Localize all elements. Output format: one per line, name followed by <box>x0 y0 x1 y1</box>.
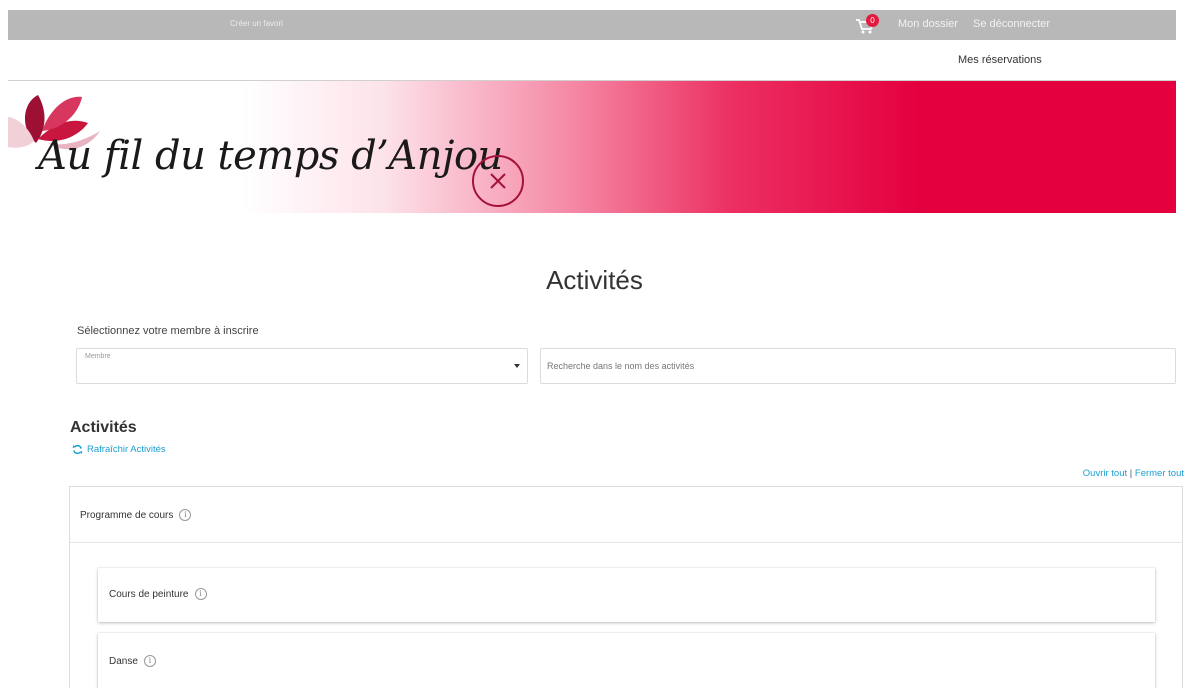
caret-down-icon <box>514 364 520 368</box>
my-reservations-link[interactable]: Mes réservations <box>958 54 1042 66</box>
program-title: Programme de cours <box>80 509 174 521</box>
site-banner: Au fil du temps d’Anjou <box>8 80 1176 213</box>
info-icon[interactable]: i <box>143 655 156 667</box>
create-favorite-link[interactable]: Créer un favori <box>230 19 283 28</box>
logout-link[interactable]: Se déconnecter <box>973 18 1050 30</box>
expand-collapse-links: Ouvrir tout | Fermer tout <box>1083 468 1184 479</box>
cart-button[interactable]: 0 <box>854 14 884 36</box>
top-bar: Créer un favori 0 Mon dossier Se déconne… <box>8 10 1176 40</box>
clock-icon <box>472 155 524 207</box>
refresh-activities-label: Rafraîchir Activités <box>87 444 166 455</box>
activities-section-heading: Activités <box>70 419 137 436</box>
activity-card-painting[interactable]: Cours de peinture i <box>98 568 1155 622</box>
refresh-icon <box>72 444 83 455</box>
link-separator: | <box>1129 468 1133 479</box>
member-select[interactable]: Membre <box>76 348 528 384</box>
close-all-link[interactable]: Fermer tout <box>1135 468 1184 479</box>
activity-title: Danse <box>109 655 138 667</box>
activity-card-dance[interactable]: Danse i <box>98 633 1155 688</box>
activity-title: Cours de peinture <box>109 588 189 600</box>
site-logo-text: Au fil du temps d’Anjou <box>38 133 503 179</box>
page-title: Activités <box>546 265 643 295</box>
member-select-instruction: Sélectionnez votre membre à inscrire <box>77 325 259 337</box>
program-panel: Programme de cours i Cours de peinture i… <box>69 486 1183 688</box>
info-icon[interactable]: i <box>194 588 207 600</box>
open-all-link[interactable]: Ouvrir tout <box>1083 468 1127 479</box>
member-select-label: Membre <box>85 353 111 360</box>
my-account-link[interactable]: Mon dossier <box>898 18 958 30</box>
program-panel-header[interactable]: Programme de cours i <box>70 487 1182 543</box>
cart-count-badge: 0 <box>866 14 879 27</box>
info-icon[interactable]: i <box>179 509 192 521</box>
refresh-activities-link[interactable]: Rafraîchir Activités <box>72 444 166 455</box>
activity-search-input[interactable] <box>540 348 1176 384</box>
